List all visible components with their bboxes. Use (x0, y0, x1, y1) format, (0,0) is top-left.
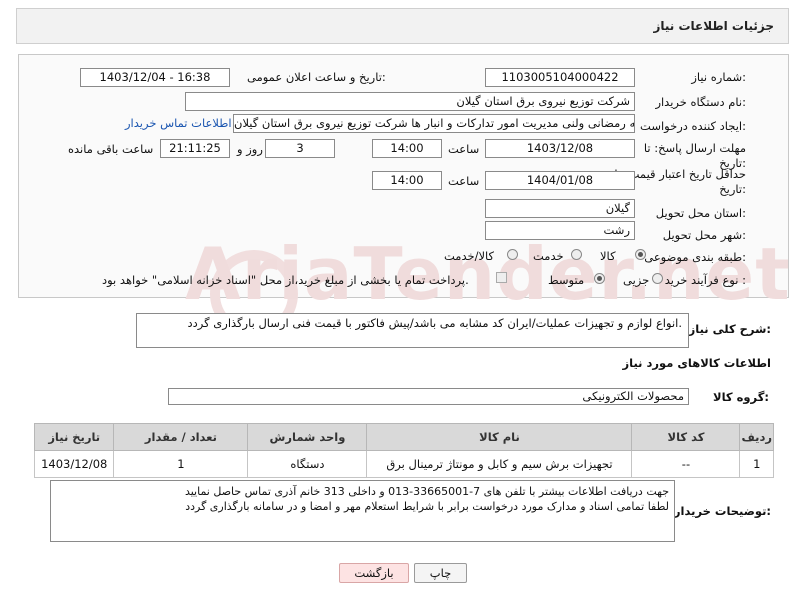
category-radio-both[interactable] (507, 249, 518, 260)
col-header-date: تاریخ نیاز (33, 423, 115, 451)
col-header-quantity: تعداد / مقدار (113, 423, 249, 451)
reply-time-label: ساعت (448, 142, 480, 156)
city-field[interactable]: رشت (485, 221, 635, 240)
remaining-label: ساعت باقی مانده (68, 142, 154, 156)
province-field[interactable]: گیلان (485, 199, 635, 218)
buyer-org-field[interactable]: شرکت توزیع نیروی برق استان گیلان (185, 92, 635, 111)
need-number-field[interactable]: 1103005104000422 (485, 68, 635, 87)
buyer-notes-field[interactable]: جهت دریافت اطلاعات بیشتر با تلفن های 7-3… (50, 480, 675, 542)
price-time-label: ساعت (448, 174, 480, 188)
days-label: روز و (237, 142, 263, 156)
process-option-minor: جزیی (623, 273, 650, 287)
goods-section-title: اطلاعات کالاهای مورد نیاز (622, 356, 771, 370)
creator-field[interactable]: فرشته رمضانی ولنی مدیریت امور تدارکات و … (233, 114, 635, 133)
buyer-notes-line-2: لطفا تمامی اسناد و مدارک مورد درخواست بر… (185, 500, 669, 513)
cell-quantity: 1 (113, 450, 249, 478)
goods-group-label: گروه کالا: (713, 390, 769, 404)
payment-checkbox[interactable] (496, 272, 507, 283)
buyer-org-label: نام دستگاه خریدار: (655, 95, 746, 109)
col-header-code: کد کالا (631, 423, 741, 451)
table-header-row: ردیف کد کالا نام کالا واحد شمارش تعداد /… (33, 423, 774, 451)
city-label: شهر محل تحویل: (662, 228, 746, 242)
back-button[interactable]: بازگشت (339, 563, 409, 583)
reply-date-field[interactable]: 1403/12/08 (485, 139, 635, 158)
process-radio-minor[interactable] (652, 273, 663, 284)
category-label: طبقه بندی موضوعی: (644, 250, 746, 264)
process-option-medium: متوسط (548, 273, 585, 287)
buyer-notes-label: توضیحات خریدار: (673, 504, 771, 518)
process-radio-medium[interactable] (594, 273, 605, 284)
announce-field[interactable]: 1403/12/04 - 16:38 (80, 68, 230, 87)
page-title: جزئیات اطلاعات نیاز (653, 19, 774, 33)
description-label: شرح کلی نیاز: (688, 322, 771, 336)
category-option-goods: کالا (600, 249, 616, 263)
price-date-field[interactable]: 1404/01/08 (485, 171, 635, 190)
items-table: ردیف کد کالا نام کالا واحد شمارش تعداد /… (33, 423, 774, 478)
category-radio-goods[interactable] (635, 249, 646, 260)
price-time-field[interactable]: 14:00 (372, 171, 442, 190)
reply-deadline-label-1: مهلت ارسال پاسخ: تا (643, 141, 746, 155)
description-field[interactable]: انواع لوازم و تجهیزات عملیات/ایران کد مش… (136, 313, 689, 348)
price-deadline-label-2: تاریخ: (719, 182, 746, 196)
process-label: نوع فرآیند خرید : (664, 273, 746, 287)
remaining-time-field[interactable]: 21:11:25 (160, 139, 230, 158)
category-option-service: خدمت (533, 249, 564, 263)
page-header: جزئیات اطلاعات نیاز (16, 8, 789, 44)
col-header-unit: واحد شمارش (247, 423, 368, 451)
need-number-label: شماره نیاز: (691, 70, 746, 84)
announce-label: تاریخ و ساعت اعلان عمومی: (247, 70, 386, 84)
col-header-name: نام کالا (366, 423, 633, 451)
buyer-contact-link[interactable]: اطلاعات تماس خریدار (125, 116, 232, 130)
cell-name: تجهیزات برش سیم و کابل و مونتاژ ترمینال … (366, 450, 633, 478)
cell-row-number: 1 (739, 450, 774, 478)
goods-group-field[interactable]: محصولات الکترونیکی (168, 388, 689, 405)
table-row[interactable]: 1 -- تجهیزات برش سیم و کابل و مونتاژ ترم… (33, 450, 774, 478)
days-field[interactable]: 3 (265, 139, 335, 158)
reply-time-field[interactable]: 14:00 (372, 139, 442, 158)
cell-unit: دستگاه (247, 450, 368, 478)
creator-label: ایجاد کننده درخواست: (640, 119, 746, 133)
province-label: استان محل تحویل: (655, 206, 746, 220)
print-button[interactable]: چاپ (414, 563, 467, 583)
category-option-both: کالا/خدمت (444, 249, 495, 263)
category-radio-service[interactable] (571, 249, 582, 260)
cell-code: -- (631, 450, 741, 478)
col-header-row-number: ردیف (739, 423, 774, 451)
buyer-notes-line-1: جهت دریافت اطلاعات بیشتر با تلفن های 7-3… (184, 485, 669, 498)
payment-note: پرداخت تمام یا بخشی از مبلغ خرید،از محل … (102, 273, 469, 287)
cell-date: 1403/12/08 (33, 450, 115, 478)
